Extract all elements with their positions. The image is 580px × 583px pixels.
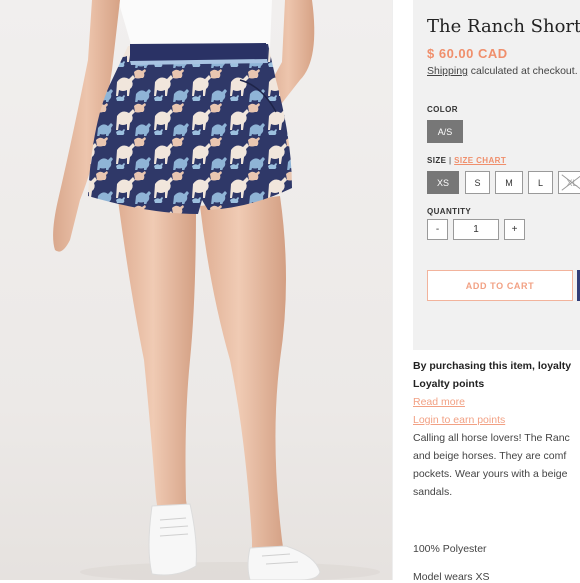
loyalty-heading: By purchasing this item, loyalty	[413, 360, 572, 372]
color-label: COLOR	[427, 105, 458, 114]
shipping-text: calculated at checkout.	[467, 65, 578, 77]
size-label: SIZE	[427, 156, 447, 165]
size-label-row: SIZE | SIZE CHART	[427, 156, 506, 165]
size-option-m[interactable]: M	[495, 171, 523, 194]
description-line: and beige horses. They are comf	[413, 450, 567, 462]
product-image	[0, 0, 392, 580]
description-line: pockets. Wear yours with a beige	[413, 468, 568, 480]
description-line: sandals.	[413, 486, 453, 498]
unavailable-cross-icon	[561, 174, 580, 191]
size-option-xs[interactable]: XS	[427, 171, 459, 194]
quantity-label: QUANTITY	[427, 207, 472, 216]
size-option-s[interactable]: S	[465, 171, 490, 194]
product-price: $ 60.00 CAD	[427, 46, 508, 61]
read-more-link[interactable]: Read more	[413, 396, 465, 408]
description-line: Calling all horse lovers! The Ranc	[413, 432, 570, 444]
size-option-xl-unavailable[interactable]: XL	[558, 171, 580, 194]
color-option-selected[interactable]: A/S	[427, 120, 463, 143]
model-size-text: Model wears XS	[413, 571, 490, 583]
product-title: The Ranch Shorts	[427, 16, 580, 37]
size-option-l[interactable]: L	[528, 171, 553, 194]
size-chart-link[interactable]: SIZE CHART	[454, 156, 506, 165]
product-photo-illustration	[53, 0, 380, 580]
shipping-note: Shipping calculated at checkout.	[427, 65, 578, 77]
loyalty-points-label: Loyalty points	[413, 378, 485, 390]
add-to-cart-button[interactable]: ADD TO CART	[427, 270, 573, 301]
quantity-increase-button[interactable]: +	[504, 219, 525, 240]
login-to-earn-link[interactable]: Login to earn points	[413, 414, 505, 426]
column-divider	[392, 0, 393, 580]
shipping-link[interactable]: Shipping	[427, 65, 468, 77]
size-separator: |	[449, 156, 452, 165]
material-text: 100% Polyester	[413, 543, 487, 555]
quantity-input[interactable]: 1	[453, 219, 499, 240]
quantity-decrease-button[interactable]: -	[427, 219, 448, 240]
